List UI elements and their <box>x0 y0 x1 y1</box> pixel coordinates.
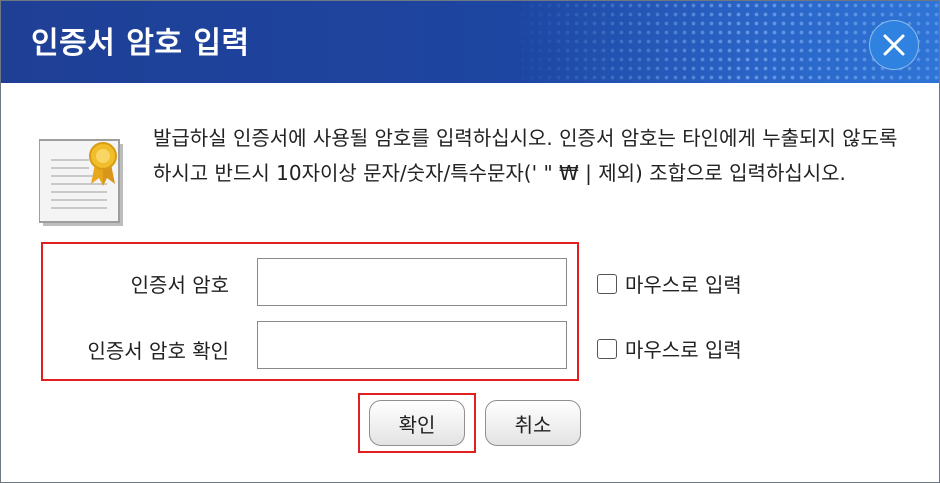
confirm-mouse-input-option[interactable]: 마우스로 입력 <box>597 334 742 363</box>
confirm-mouse-input-label: 마우스로 입력 <box>625 338 742 362</box>
cancel-button[interactable]: 취소 <box>485 400 581 446</box>
close-icon <box>883 34 905 56</box>
close-button[interactable] <box>869 20 919 70</box>
dialog-title: 인증서 암호 입력 <box>31 26 250 61</box>
confirm-password-label: 인증서 암호 확인 <box>87 339 229 363</box>
password-mouse-input-label: 마우스로 입력 <box>625 273 742 297</box>
confirm-password-input[interactable] <box>257 321 567 369</box>
title-bar: 인증서 암호 입력 <box>1 1 939 83</box>
password-mouse-input-checkbox[interactable] <box>597 273 617 294</box>
password-mouse-input-option[interactable]: 마우스로 입력 <box>597 269 742 298</box>
certificate-password-dialog: 인증서 암호 입력 발급하실 인증서에 사용될 암호를 입력하십시오. 인증서 … <box>0 0 940 483</box>
confirm-mouse-input-checkbox[interactable] <box>597 338 617 359</box>
password-input[interactable] <box>257 258 567 306</box>
ok-button[interactable]: 확인 <box>369 400 465 446</box>
certificate-icon <box>39 139 123 226</box>
password-label: 인증서 암호 <box>130 273 229 297</box>
instruction-message: 발급하실 인증서에 사용될 암호를 입력하십시오. 인증서 암호는 타인에게 누… <box>153 126 898 185</box>
